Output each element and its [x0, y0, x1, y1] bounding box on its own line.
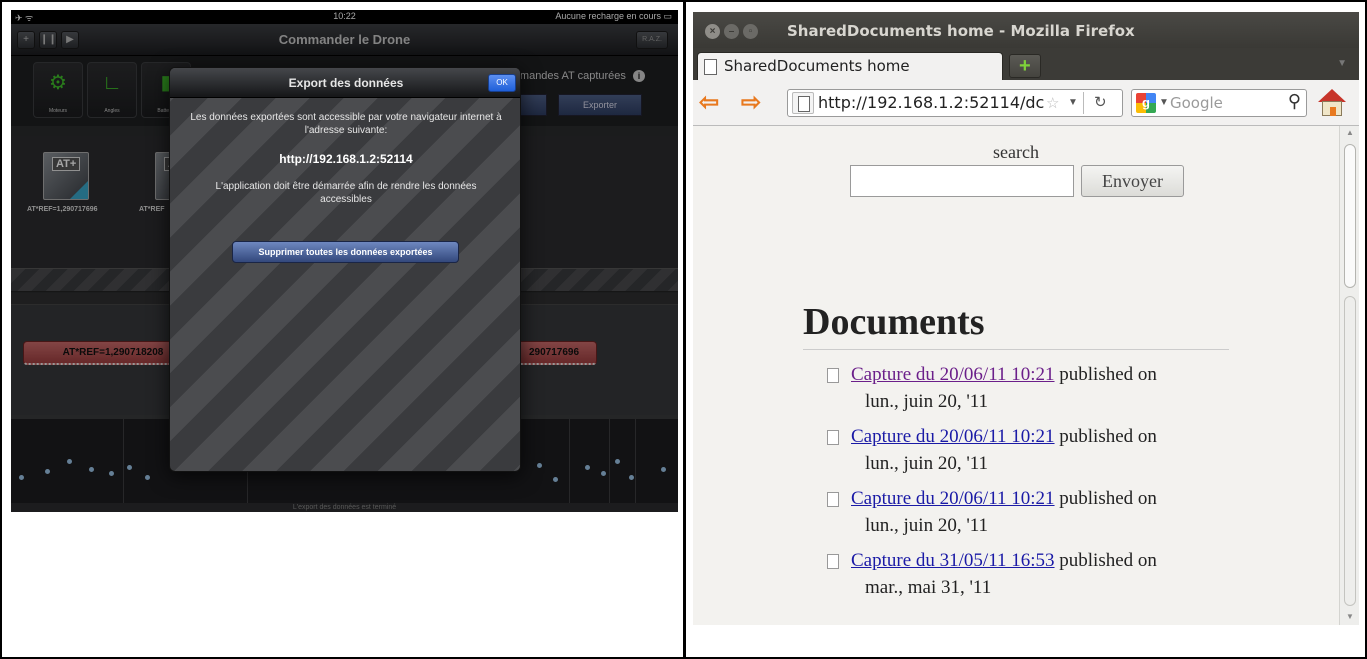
firefox-window: × – ▫ SharedDocuments home - Mozilla Fir…: [693, 12, 1359, 625]
document-link[interactable]: Capture du 20/06/11 10:21: [851, 488, 1055, 509]
search-bar[interactable]: g ▼ Google ⚲: [1131, 89, 1307, 117]
magnifier-icon[interactable]: ⚲: [1288, 91, 1301, 112]
back-icon[interactable]: ⇦: [699, 91, 719, 115]
scroll-up-icon[interactable]: ▲: [1346, 128, 1354, 137]
ok-button[interactable]: OK: [488, 74, 516, 92]
search-placeholder: Google: [1170, 94, 1223, 112]
send-button[interactable]: Envoyer: [1081, 165, 1184, 197]
delete-all-button[interactable]: Supprimer toutes les données exportées: [232, 241, 459, 263]
list-item: Capture du 20/06/11 10:21 published on l…: [827, 424, 1247, 486]
file-icon: [827, 368, 839, 383]
site-identity-icon[interactable]: [792, 92, 814, 114]
export-dialog: Export des données OK Les données export…: [169, 67, 521, 472]
vertical-scrollbar[interactable]: ▲ ▼: [1339, 126, 1359, 625]
file-icon: [827, 492, 839, 507]
document-list: Capture du 20/06/11 10:21 published on l…: [827, 362, 1247, 610]
dialog-header: Export des données OK: [170, 68, 520, 98]
file-icon: [827, 430, 839, 445]
list-item: Capture du 20/06/11 10:21 published on l…: [827, 486, 1247, 548]
page-content: search Envoyer Documents Capture du 20/0…: [693, 126, 1339, 625]
document-date: lun., juin 20, '11: [865, 453, 989, 474]
document-date: lun., juin 20, '11: [865, 391, 989, 412]
page-heading: Documents: [803, 301, 985, 343]
navigation-toolbar: ⇦ ⇨ http://192.168.1.2:52114/dc ☆ ▼ ↻ g …: [693, 80, 1359, 126]
published-text: published on: [1059, 550, 1157, 571]
ipad-screen: ✈ ᯤ 10:22 Aucune recharge en cours ▭ + ❙…: [11, 10, 678, 512]
new-tab-button[interactable]: +: [1009, 54, 1041, 78]
dialog-title: Export des données: [288, 76, 404, 90]
divider: [683, 0, 686, 659]
home-icon[interactable]: [1315, 87, 1349, 119]
search-engine-dropdown-icon[interactable]: ▼: [1159, 97, 1169, 108]
reload-icon[interactable]: ↻: [1094, 93, 1107, 111]
url-history-dropdown-icon[interactable]: ▼: [1068, 97, 1078, 108]
tab-shareddocuments[interactable]: SharedDocuments home: [697, 52, 1003, 80]
dialog-message: Les données exportées sont accessible pa…: [190, 112, 502, 136]
search-label: search: [993, 142, 1039, 162]
search-input[interactable]: [850, 165, 1074, 197]
scrollbar-thumb[interactable]: [1344, 144, 1356, 288]
heading-rule: [803, 349, 1229, 350]
google-icon[interactable]: g: [1136, 93, 1156, 113]
window-titlebar: × – ▫ SharedDocuments home - Mozilla Fir…: [693, 12, 1359, 48]
published-text: published on: [1059, 426, 1157, 447]
forward-icon[interactable]: ⇨: [741, 91, 761, 115]
document-link[interactable]: Capture du 20/06/11 10:21: [851, 426, 1055, 447]
document-link[interactable]: Capture du 20/06/11 10:21: [851, 364, 1055, 385]
bookmark-star-icon[interactable]: ☆: [1046, 94, 1059, 112]
url-bar[interactable]: http://192.168.1.2:52114/dc ☆ ▼ ↻: [787, 89, 1123, 117]
document-date: lun., juin 20, '11: [865, 515, 989, 536]
close-icon[interactable]: ×: [705, 24, 720, 39]
plus-icon: +: [1019, 55, 1031, 77]
scroll-down-icon[interactable]: ▼: [1346, 612, 1354, 621]
tab-bar: SharedDocuments home + ▼: [693, 48, 1359, 80]
list-item: Capture du 20/06/11 10:21 published on l…: [827, 362, 1247, 424]
tab-list-icon[interactable]: ▼: [1337, 58, 1347, 69]
published-text: published on: [1059, 488, 1157, 509]
document-link[interactable]: Capture du 31/05/11 16:53: [851, 550, 1055, 571]
published-text: published on: [1059, 364, 1157, 385]
tab-label: SharedDocuments home: [724, 57, 910, 75]
file-icon: [827, 554, 839, 569]
window-title: SharedDocuments home - Mozilla Firefox: [787, 22, 1135, 40]
url-text[interactable]: http://192.168.1.2:52114/dc: [818, 93, 1044, 112]
maximize-icon[interactable]: ▫: [743, 24, 758, 39]
dialog-note: L'application doit être démarrée afin de…: [215, 181, 477, 205]
minimize-icon[interactable]: –: [724, 24, 739, 39]
page-icon: [704, 59, 717, 75]
document-date: mar., mai 31, '11: [865, 577, 992, 598]
export-url: http://192.168.1.2:52114: [279, 152, 413, 166]
list-item: Capture du 31/05/11 16:53 published on m…: [827, 548, 1247, 610]
